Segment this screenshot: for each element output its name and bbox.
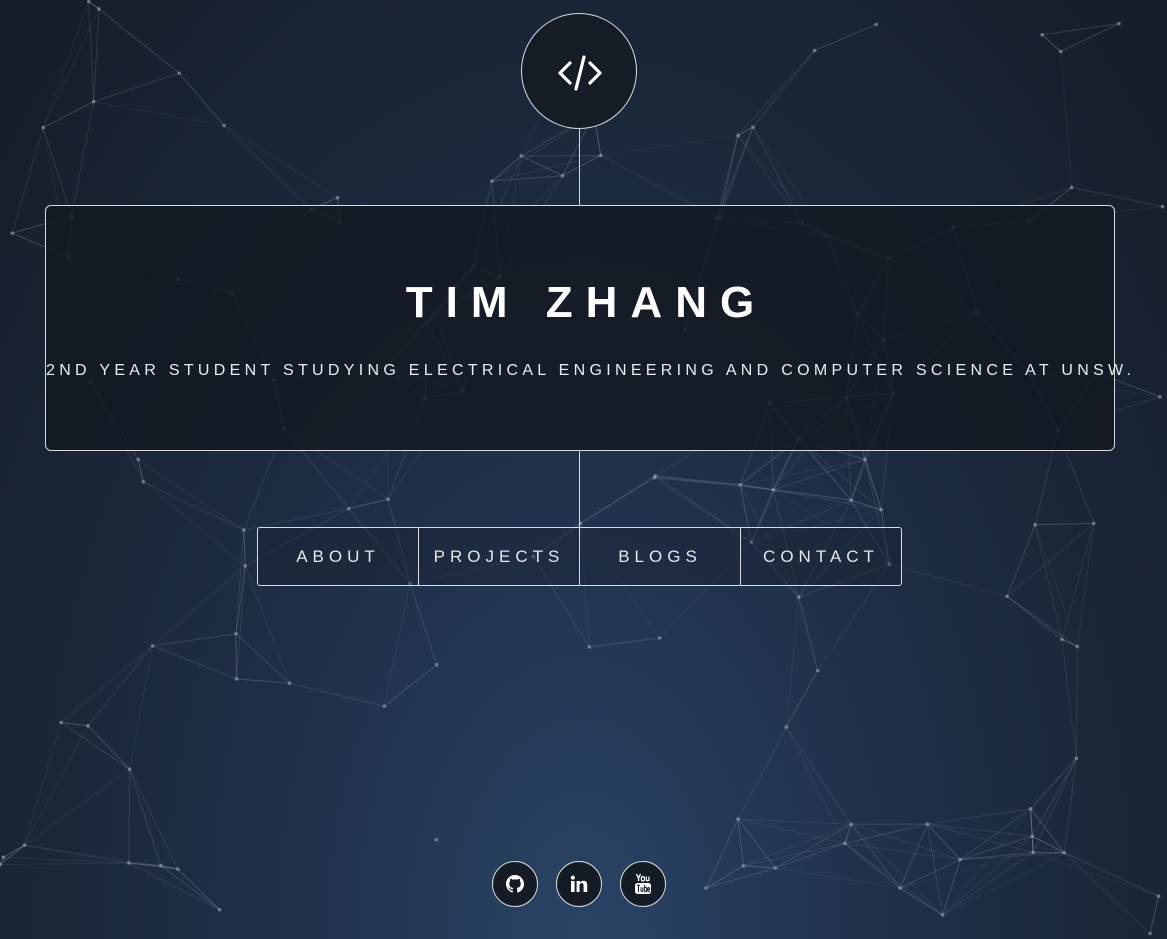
hero-card: TIM ZHANG 2ND YEAR STUDENT STUDYING ELEC… [45,205,1136,451]
particle-network-background [0,0,1165,936]
youtube-link[interactable] [620,861,666,907]
nav-about-button[interactable]: ABOUT [258,528,419,585]
linkedin-link[interactable] [556,861,602,907]
main-nav: ABOUT PROJECTS BLOGS CONTACT [257,527,902,586]
github-link[interactable] [492,861,538,907]
github-icon [506,875,524,893]
nav-blogs-button[interactable]: BLOGS [580,528,741,585]
connector-line-top [579,129,580,205]
youtube-icon [635,873,651,894]
nav-projects-button[interactable]: PROJECTS [419,528,580,585]
code-icon [558,55,602,91]
logo-badge[interactable] [521,13,637,129]
site-subtitle: 2ND YEAR STUDENT STUDYING ELECTRICAL ENG… [46,362,1136,379]
connector-line-middle [579,451,580,527]
nav-contact-button[interactable]: CONTACT [741,528,901,585]
site-owner-name: TIM ZHANG [405,278,768,327]
linkedin-icon [570,875,588,892]
